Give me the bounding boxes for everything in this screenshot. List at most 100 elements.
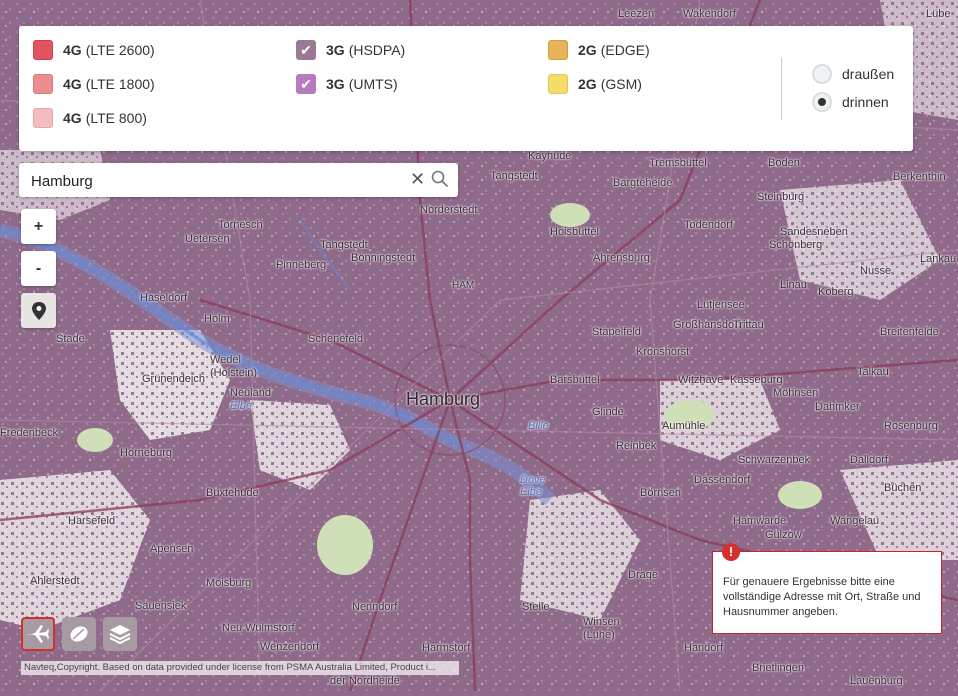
place-sandesneben: Sandesneben [780, 226, 848, 238]
layers-button[interactable] [103, 617, 137, 651]
mode-inside-option[interactable]: drinnen [812, 92, 889, 112]
legend-4g-lte800[interactable]: 4G (LTE 800) [33, 108, 147, 128]
place-berkenthin: Berkenthin [893, 171, 946, 183]
place-bonningstedt: Bönningstedt [351, 252, 416, 264]
place-nordheide: der Nordheide [330, 675, 400, 687]
legend-4g-lte2600[interactable]: 4G (LTE 2600) [33, 40, 155, 60]
legend-gen-label: 4G [63, 76, 82, 92]
place-lauenburg: Lauenburg [850, 675, 903, 687]
place-neu-wulmstorf: Neu Wulmstorf [222, 622, 295, 634]
place-steinburg: Steinburg [757, 191, 805, 203]
place-ahrensburg: Ahrensburg [593, 252, 650, 264]
place-tangstedt-north: Tangstedt [490, 170, 538, 182]
place-moisburg: Moisburg [206, 577, 252, 589]
checkmark-icon[interactable]: ✔ [296, 74, 316, 94]
close-icon[interactable]: ✕ [410, 169, 425, 190]
outside-label: draußen [842, 66, 895, 82]
place-holm: Holm [204, 313, 230, 325]
search-input[interactable] [29, 169, 403, 193]
place-lutjensee: Lütjensee [697, 299, 745, 311]
legend-3g-umts[interactable]: ✔ 3G (UMTS) [296, 74, 398, 94]
place-aumuhle: Aumühle [662, 420, 706, 432]
place-uetersen: Uetersen [185, 233, 230, 245]
place-dahmker: Dahmker [815, 401, 860, 413]
place-stapelfeld: Stapelfeld [592, 326, 641, 338]
zoom-in-button[interactable]: + [21, 209, 56, 244]
legend-band-label: (UMTS) [348, 76, 398, 92]
zoom-out-button[interactable]: - [21, 251, 56, 286]
legend-4g-lte1800[interactable]: 4G (LTE 1800) [33, 74, 155, 94]
place-rosenburg: Rosenburg [884, 420, 938, 432]
mode-outside-option[interactable]: draußen [812, 64, 894, 84]
place-sauensiek: Sauensiek [135, 600, 187, 612]
place-leezen: Leezen [618, 8, 655, 20]
place-wenzendorf: Wenzendorf [260, 641, 320, 653]
place-drage: Drage [628, 569, 658, 581]
airplane-button[interactable] [21, 617, 55, 651]
legend-gen-label: 4G [63, 110, 82, 126]
place-schonberg: Schönberg [769, 239, 823, 251]
legend-gen-label: 3G [326, 76, 345, 92]
place-glinde: Glinde [592, 406, 624, 418]
place-nusse: Nusse [860, 265, 892, 277]
place-breitenfelde: Breitenfelde [880, 326, 939, 338]
legend-divider [781, 58, 782, 120]
place-stade: Stade [56, 333, 85, 345]
legend-band-label: (LTE 800) [85, 110, 147, 126]
place-pinneberg: Pinneberg [276, 259, 327, 271]
place-trittau: Trittau [733, 319, 764, 331]
legend-gen-label: 2G [578, 42, 597, 58]
river-dove-elbe: Dove Elbe [520, 474, 546, 498]
place-neuland: Neuland [230, 387, 271, 399]
place-todendorf: Todendorf [684, 219, 733, 231]
place-buchen: Büchen [884, 482, 922, 494]
place-stelle: Stelle [522, 601, 550, 613]
place-apensen: Apensen [150, 543, 194, 555]
legend-2g-edge[interactable]: 2G (EDGE) [548, 40, 650, 60]
place-haseldorf: Haseldorf [140, 292, 188, 304]
lte1800-swatch[interactable] [33, 74, 53, 94]
locate-button[interactable] [21, 293, 56, 328]
gsm-swatch[interactable] [548, 74, 568, 94]
place-schwarzenbek: Schwarzenbek [738, 454, 811, 466]
place-hamburg: Hamburg [406, 389, 481, 409]
place-bornsen: Börnsen [640, 487, 681, 499]
search-icon[interactable] [431, 170, 449, 193]
legend-band-label: (HSDPA) [348, 42, 406, 58]
place-handorf: Handorf [684, 642, 724, 654]
legend-gen-label: 3G [326, 42, 345, 58]
place-wakendorf: Wakendorf [683, 8, 736, 20]
place-nenndorf: Nenndorf [352, 601, 398, 613]
place-mohnsen: Möhnsen [773, 387, 819, 399]
search-bar: ✕ [19, 163, 458, 197]
place-hoisbuttel: Hoisbüttel [550, 226, 599, 238]
place-gulzow: Gülzow [765, 529, 802, 541]
outside-radio[interactable] [812, 64, 832, 84]
inside-label: drinnen [842, 94, 889, 110]
place-horneburg: Horneburg [120, 447, 172, 459]
place-brietlingen: Brietlingen [752, 662, 804, 674]
checkmark-icon[interactable]: ✔ [296, 40, 316, 60]
legend-band-label: (EDGE) [600, 42, 650, 58]
legend-2g-gsm[interactable]: 2G (GSM) [548, 74, 642, 94]
airplane-icon [28, 625, 49, 643]
edge-swatch[interactable] [548, 40, 568, 60]
satellite-button[interactable] [62, 617, 96, 651]
legend-gen-label: 4G [63, 42, 82, 58]
place-linau: Linau [780, 279, 807, 291]
place-talkau: Talkau [857, 366, 889, 378]
place-reinbek: Reinbek [616, 440, 657, 452]
legend-3g-hsdpa[interactable]: ✔ 3G (HSDPA) [296, 40, 405, 60]
place-boden: Boden [768, 157, 800, 169]
place-fredenbeck: Fredenbeck [0, 427, 59, 439]
legend-band-label: (GSM) [600, 76, 642, 92]
place-wangelau: Wangelau [830, 515, 880, 527]
place-harsefeld: Harsefeld [68, 515, 116, 527]
place-lubeck: Lübe [926, 8, 951, 20]
lte800-swatch[interactable] [33, 108, 53, 128]
lte2600-swatch[interactable] [33, 40, 53, 60]
inside-radio[interactable] [812, 92, 832, 112]
legend-band-label: (LTE 2600) [85, 42, 155, 58]
place-lankau: Lankau [920, 253, 957, 265]
river-bille: Bille [528, 420, 549, 432]
